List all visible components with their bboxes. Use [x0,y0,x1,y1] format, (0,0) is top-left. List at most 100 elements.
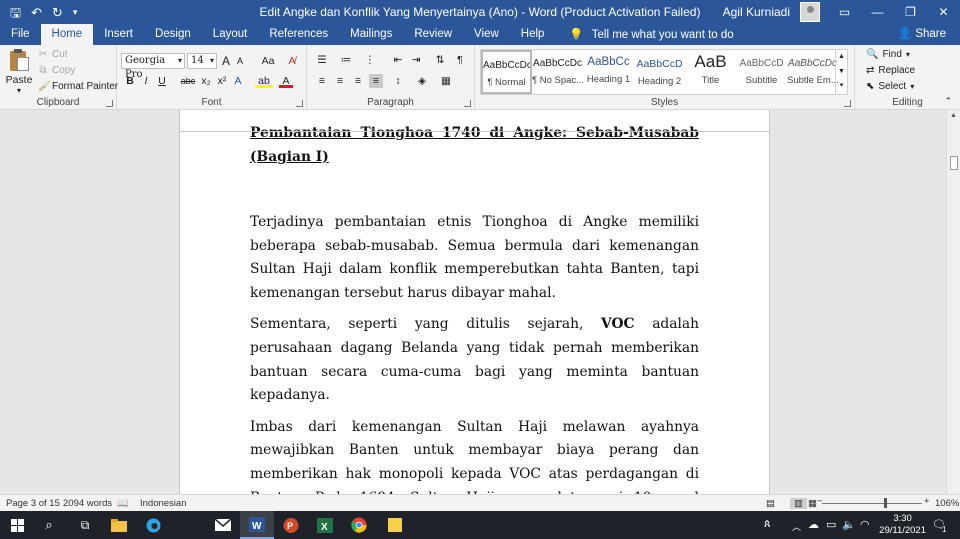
tab-insert[interactable]: Insert [93,24,144,45]
tab-layout[interactable]: Layout [202,24,259,45]
more-styles-icon[interactable]: ▾ [836,79,847,94]
find-button[interactable]: 🔍 Find ▾ [866,49,910,60]
underline-button[interactable]: U [155,74,169,88]
scroll-up-icon[interactable]: ▲ [947,112,960,119]
volume-icon[interactable]: 🔈 [842,518,856,531]
zoom-slider[interactable] [822,503,922,504]
edge-icon[interactable] [136,511,170,539]
close-button[interactable]: ✕ [927,0,960,24]
document-page[interactable]: Pembantaian Tionghoa 1740 di Angke: Seba… [179,110,770,494]
language[interactable]: Indonesian [140,498,186,509]
shrink-font-button[interactable]: A [233,54,247,68]
copy-button[interactable]: ⧉ Copy [38,65,75,76]
paragraph-2[interactable]: Sementara, seperti yang ditulis sejarah,… [250,313,699,407]
borders-icon[interactable]: ▦ [439,74,453,88]
tab-help[interactable]: Help [510,24,556,45]
web-layout-icon[interactable]: ▦ [808,498,817,509]
start-windows-icon[interactable] [0,511,34,539]
sticky-notes-icon[interactable] [378,511,412,539]
grow-font-button[interactable]: A [219,54,233,68]
font-size-combo[interactable]: 14 ▾ [187,53,217,69]
share-button[interactable]: 👤 Share [898,24,946,45]
select-button[interactable]: ⬉ Select ▾ [866,81,914,92]
tab-mailings[interactable]: Mailings [339,24,403,45]
clipboard-launcher-icon[interactable] [106,100,113,107]
numbering-icon[interactable]: ≔ [339,53,353,67]
font-launcher-icon[interactable] [296,100,303,107]
paste-dropdown-icon[interactable]: ▾ [4,86,34,95]
zoom-level[interactable]: 106% [935,498,959,509]
strikethrough-button[interactable]: abc [179,74,197,88]
read-mode-icon[interactable]: ▤ [766,498,775,509]
multilevel-list-icon[interactable]: ⋮ [363,53,377,67]
style-heading-1[interactable]: AaBbCc Heading 1 [583,50,634,94]
font-color-button[interactable]: A [279,74,293,88]
tab-view[interactable]: View [463,24,510,45]
shading-icon[interactable]: ◈ [415,74,429,88]
wifi-icon[interactable]: ◠ [860,518,870,531]
zoom-out-icon[interactable]: − [817,496,823,507]
vertical-scrollbar[interactable]: ▲ [946,110,960,494]
chevron-down-icon[interactable]: ▼ [836,65,847,80]
replace-button[interactable]: ⇄ Replace [866,65,915,76]
collapse-ribbon-icon[interactable]: ⌃ [944,96,952,107]
mail-icon[interactable] [206,511,240,539]
superscript-button[interactable]: x² [215,74,229,88]
task-view-icon[interactable]: ⧉ [68,511,102,539]
increase-indent-icon[interactable]: ⇥ [409,53,423,67]
restore-button[interactable]: ❐ [894,0,927,24]
excel-icon[interactable]: X [308,511,342,539]
people-icon[interactable]: ጰ [764,518,771,531]
battery-icon[interactable]: ▭ [826,518,836,531]
tell-me-box[interactable]: 💡 Tell me what you want to do [555,24,733,45]
paragraph-launcher-icon[interactable] [464,100,471,107]
document-heading[interactable]: Pembantaian Tionghoa 1740 di Angke: Seba… [250,122,699,169]
text-effects-button[interactable]: A [231,74,245,88]
word-count[interactable]: 2094 words [63,498,112,509]
save-icon[interactable]: 🖫 [10,6,21,19]
line-spacing-icon[interactable]: ↕ [391,74,405,88]
undo-icon[interactable]: ↶ [31,6,42,19]
file-explorer-icon[interactable] [102,511,136,539]
customize-quick-access-icon[interactable]: ▾ [73,7,78,17]
search-icon[interactable]: ⌕ [32,511,66,539]
user-name[interactable]: Agil Kurniadi [723,5,790,19]
sort-icon[interactable]: ⇅ [433,53,447,67]
user-avatar[interactable] [800,2,820,22]
tab-file[interactable]: File [0,24,41,45]
style-normal[interactable]: AaBbCcDc ¶ Normal [481,50,532,94]
minimize-button[interactable]: — [861,0,894,24]
show-hidden-icons-icon[interactable]: ︿ [792,520,801,533]
chevron-up-icon[interactable]: ▲ [836,50,847,65]
style-title[interactable]: AaB Title [685,50,736,94]
zoom-in-icon[interactable]: + [924,496,930,507]
styles-launcher-icon[interactable] [844,100,851,107]
print-layout-icon[interactable]: ▥ [790,498,807,509]
ribbon-display-options-icon[interactable]: ▭ [828,0,861,24]
style-subtle-emphasis[interactable]: AaBbCcDc Subtle Em... [787,50,838,94]
italic-button[interactable]: I [139,74,153,88]
align-left-icon[interactable]: ≡ [315,74,329,88]
chrome-icon[interactable] [342,511,376,539]
paragraph-1[interactable]: Terjadinya pembantaian etnis Tionghoa di… [250,211,699,305]
page-count[interactable]: Page 3 of 15 [6,498,60,509]
align-center-icon[interactable]: ≡ [333,74,347,88]
tab-home[interactable]: Home [40,24,94,45]
clear-formatting-icon[interactable]: A̸ [285,54,299,68]
document-body[interactable]: Pembantaian Tionghoa 1740 di Angke: Seba… [250,122,699,494]
redo-icon[interactable]: ↻ [52,6,63,19]
style-subtitle[interactable]: AaBbCcD Subtitle [736,50,787,94]
taskbar-clock[interactable]: 3:30 29/11/2021 [879,513,926,537]
powerpoint-icon[interactable]: P [274,511,308,539]
font-name-combo[interactable]: Georgia Pro ▾ [121,53,185,80]
tab-references[interactable]: References [258,24,339,45]
format-painter-button[interactable]: 🖌 Format Painter [38,81,118,92]
tab-review[interactable]: Review [403,24,463,45]
scroll-thumb[interactable] [950,156,958,170]
cut-button[interactable]: ✂ Cut [38,49,68,60]
style-no-spacing[interactable]: AaBbCcDc ¶ No Spac... [532,50,583,94]
proofing-icon[interactable]: 📖 [117,498,129,509]
change-case-button[interactable]: Aa [257,54,279,68]
style-heading-2[interactable]: AaBbCcD Heading 2 [634,50,685,94]
highlight-color-button[interactable]: ab [255,74,273,88]
